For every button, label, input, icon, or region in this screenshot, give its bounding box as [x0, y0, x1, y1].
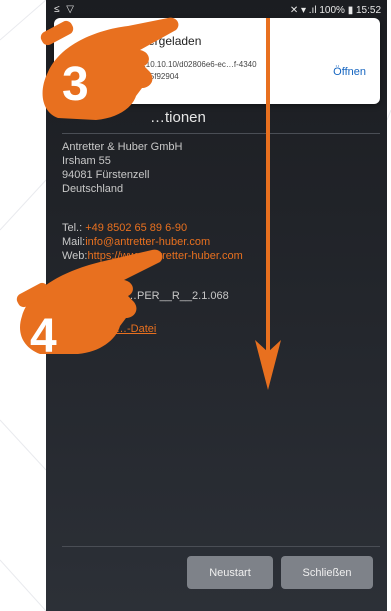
mail-label: Mail:	[62, 236, 86, 248]
notification-title: …ntergeladen	[126, 34, 202, 48]
notification-url: …://10.10.10.10/d02806e6-ec…f-4340 …c5ee…	[120, 59, 310, 83]
company-city: 94081 Fürstenzell	[62, 169, 150, 181]
section-divider	[62, 133, 380, 134]
tel-link[interactable]: +49 8502 65 89 6-90	[85, 222, 187, 234]
company-street: Irsham 55	[62, 155, 111, 167]
mail-link[interactable]: info@antretter-huber.com	[85, 236, 210, 248]
web-row: Web:https://www.antretter-huber.com	[62, 249, 243, 263]
notification-url-line2: …c5eed5f92904	[120, 72, 179, 81]
download-notification[interactable]: …ntergeladen …://10.10.10.10/d02806e6-ec…	[54, 18, 380, 104]
footer-divider	[62, 546, 380, 547]
close-button[interactable]: Schließen	[281, 556, 373, 589]
version-text: …PER__R__2.1.068	[126, 290, 229, 302]
company-address: Antretter & Huber GmbH Irsham 55 94081 F…	[62, 140, 182, 196]
phone-screen: ≤ ▽ ✕ ▾ .ıl 100% ▮ 15:52 …ntergeladen …:…	[46, 0, 387, 611]
tel-row: Tel.: +49 8502 65 89 6-90	[62, 221, 243, 235]
status-icons-left: ≤ ▽	[54, 4, 76, 15]
file-link[interactable]: …-Datei	[116, 322, 156, 336]
section-title: …tionen	[150, 109, 206, 126]
company-name: Antretter & Huber GmbH	[62, 141, 183, 153]
restart-button[interactable]: Neustart	[187, 556, 273, 589]
open-button[interactable]: Öffnen	[333, 66, 366, 78]
mail-row: Mail:info@antretter-huber.com	[62, 235, 243, 249]
company-country: Deutschland	[62, 183, 124, 195]
web-link[interactable]: https://www.antretter-huber.com	[87, 250, 242, 262]
contact-info: Tel.: +49 8502 65 89 6-90 Mail:info@antr…	[62, 221, 243, 263]
status-icons-right: ✕ ▾ .ıl 100% ▮ 15:52	[289, 5, 381, 16]
notification-url-line1: …://10.10.10.10/d02806e6-ec…f-4340	[120, 60, 257, 69]
tel-label: Tel.:	[62, 222, 83, 234]
web-label: Web:	[62, 250, 88, 262]
